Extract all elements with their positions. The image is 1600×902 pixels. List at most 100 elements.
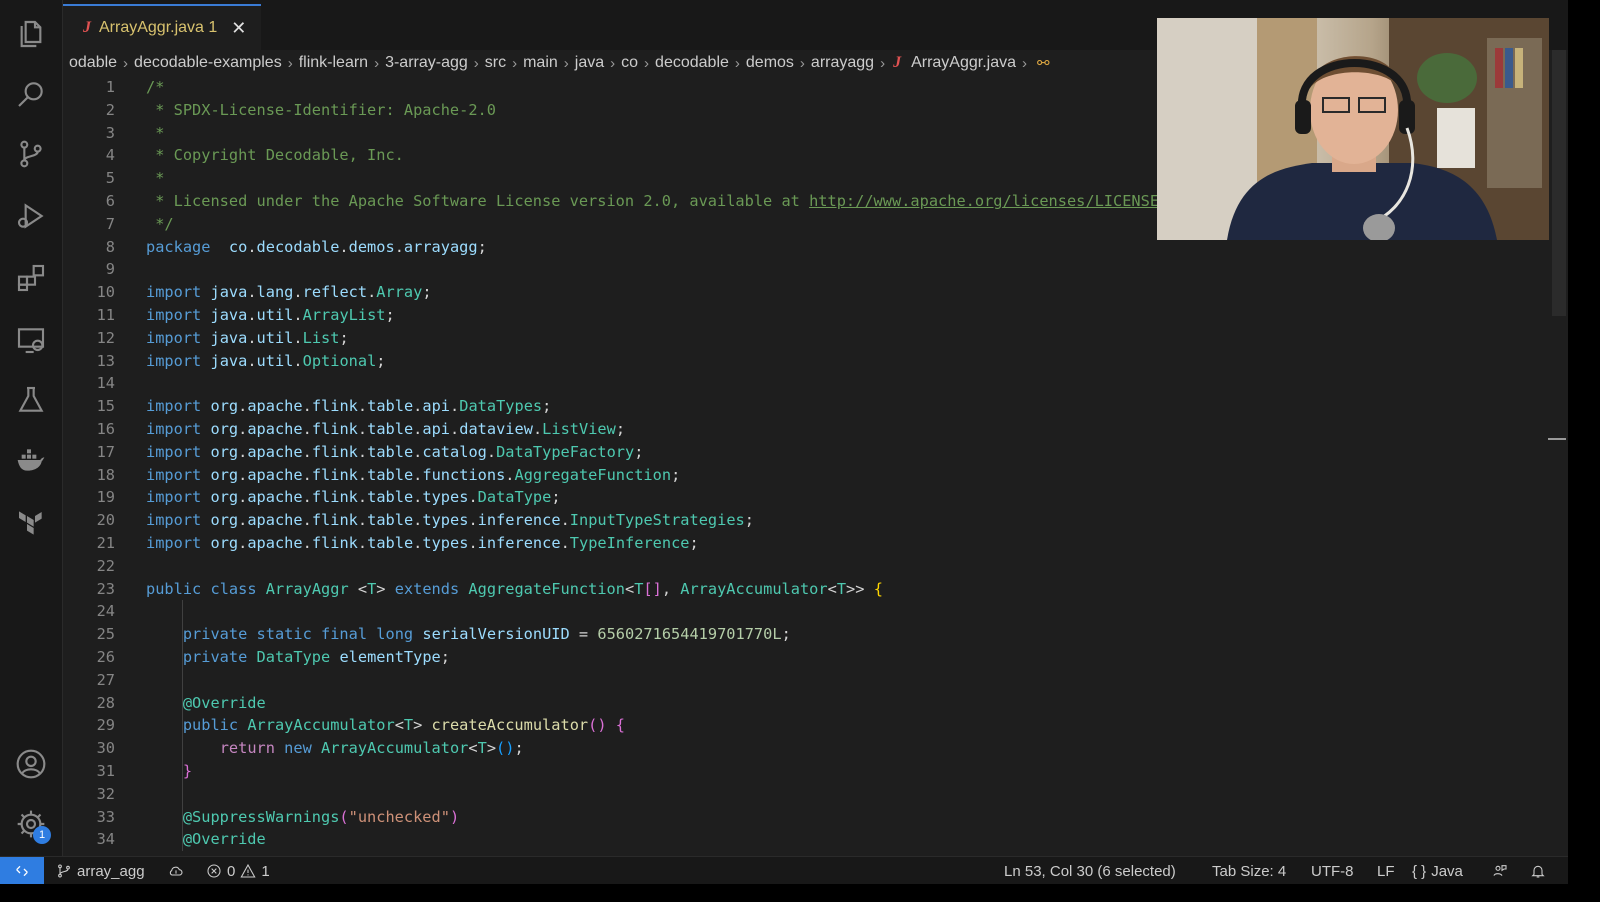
cursor-position[interactable]: Ln 53, Col 30 (6 selected) xyxy=(1004,857,1176,884)
code-token: @SuppressWarnings xyxy=(182,807,340,826)
breadcrumb-item[interactable]: decodable xyxy=(649,54,735,72)
eol-indicator[interactable]: LF xyxy=(1377,857,1395,884)
code-token: ArrayList xyxy=(302,305,386,324)
account-icon[interactable] xyxy=(13,746,49,782)
testing-icon[interactable] xyxy=(13,382,49,418)
code-token: . xyxy=(560,511,570,530)
code-line[interactable]: 12 import java.util.List; xyxy=(63,327,1548,350)
code-line[interactable]: 27 xyxy=(63,668,1548,692)
code-token: . xyxy=(394,237,404,256)
code-token: >> xyxy=(846,579,874,598)
line-content: * xyxy=(146,167,164,190)
code-token: arrayagg xyxy=(403,237,478,256)
line-number: 34 xyxy=(96,830,115,849)
code-line[interactable]: 32 xyxy=(63,782,1548,806)
code-line[interactable]: 20 import org.apache.flink.table.types.in… xyxy=(63,509,1548,532)
breadcrumb-symbol-icon[interactable]: ⚯ xyxy=(1027,54,1050,72)
line-content: import org.apache.flink.table.api.datavi… xyxy=(146,418,625,441)
code-token: < xyxy=(348,579,368,598)
code-line[interactable]: 23 public class ArrayAggr <T> extends Agg… xyxy=(63,578,1548,601)
code-line[interactable]: 13 import java.util.Optional; xyxy=(63,350,1548,373)
breadcrumb-item[interactable]: 3-array-agg xyxy=(379,54,474,72)
code-token: . xyxy=(532,419,543,438)
line-content: import org.apache.flink.table.types.infe… xyxy=(146,509,754,532)
code-line[interactable]: 34 @Override xyxy=(63,828,1548,852)
code-line[interactable]: 15 import org.apache.flink.table.api.Data… xyxy=(63,395,1548,418)
breadcrumb-item[interactable]: odable xyxy=(63,54,123,72)
breadcrumb-item[interactable]: main xyxy=(517,54,564,72)
breadcrumb-item[interactable]: java xyxy=(569,54,610,72)
code-line[interactable]: 19 import org.apache.flink.table.types.Da… xyxy=(63,486,1548,509)
breadcrumb-item[interactable]: co xyxy=(615,54,644,72)
breadcrumb-item[interactable]: arrayagg xyxy=(805,54,880,72)
code-line[interactable]: 18 import org.apache.flink.table.function… xyxy=(63,464,1548,487)
code-token: DataType xyxy=(477,488,552,507)
docker-icon[interactable] xyxy=(13,442,49,478)
code-token: . xyxy=(302,465,312,484)
code-token: . xyxy=(357,419,368,438)
code-line[interactable]: 16 import org.apache.flink.table.api.data… xyxy=(63,418,1548,441)
code-line[interactable]: 24 xyxy=(63,600,1548,624)
code-token: { xyxy=(615,716,625,735)
scrollbar-thumb[interactable] xyxy=(1552,50,1566,316)
code-token: private xyxy=(182,647,248,666)
code-token: () xyxy=(496,739,515,758)
code-token: . xyxy=(293,305,303,324)
code-line[interactable]: 14 xyxy=(63,372,1548,395)
files-icon[interactable] xyxy=(13,16,49,52)
encoding-indicator[interactable]: UTF-8 xyxy=(1311,857,1354,884)
branch-indicator[interactable]: array_agg xyxy=(56,857,145,884)
code-line[interactable]: 17 import org.apache.flink.table.catalog.… xyxy=(63,441,1548,464)
code-line[interactable]: 22 xyxy=(63,555,1548,578)
search-icon[interactable] xyxy=(13,76,49,112)
breadcrumb-item[interactable]: flink-learn xyxy=(293,54,374,72)
code-token: . xyxy=(293,328,303,347)
terraform-icon[interactable] xyxy=(13,504,49,540)
code-line[interactable]: 11 import java.util.ArrayList; xyxy=(63,304,1548,327)
code-line[interactable]: 10 import java.lang.reflect.Array; xyxy=(63,281,1548,304)
code-token: flink xyxy=(311,442,358,461)
remote-explorer-icon[interactable] xyxy=(13,322,49,358)
code-token: flink xyxy=(311,511,358,530)
code-line[interactable]: 26 private DataType elementType; xyxy=(63,645,1548,669)
remote-indicator-icon[interactable] xyxy=(0,857,44,884)
line-content: private static final long serialVersionU… xyxy=(146,623,791,646)
code-line[interactable]: 31 } xyxy=(63,759,1548,783)
tab-size-indicator[interactable]: Tab Size: 4 xyxy=(1212,857,1286,884)
code-line[interactable]: 30 return new ArrayAccumulator<T>(); xyxy=(63,737,1548,760)
line-number: 29 xyxy=(96,716,115,735)
breadcrumb-item[interactable]: demos xyxy=(740,54,800,72)
feedback-icon[interactable] xyxy=(1492,857,1508,884)
run-debug-icon[interactable] xyxy=(13,198,49,234)
code-token: org xyxy=(210,442,239,461)
line-number: 25 xyxy=(96,625,115,644)
code-token: > xyxy=(486,739,497,758)
breadcrumb-item[interactable]: decodable-examples xyxy=(128,54,288,72)
problems-indicator[interactable]: 0 1 xyxy=(206,857,270,884)
sync-indicator[interactable] xyxy=(168,857,184,884)
code-line[interactable]: 21 import org.apache.flink.table.types.in… xyxy=(63,532,1548,555)
indent-guide xyxy=(182,600,183,624)
java-file-icon: J xyxy=(83,19,91,36)
tab-close-icon[interactable]: ✕ xyxy=(231,18,246,39)
code-line[interactable]: 33 @SuppressWarnings("unchecked") xyxy=(63,805,1548,829)
notifications-bell-icon[interactable] xyxy=(1530,857,1546,884)
tab-arrayaggr-java[interactable]: J ArrayAggr.java 1 ✕ xyxy=(63,4,261,50)
line-number: 33 xyxy=(96,807,115,826)
breadcrumb-item[interactable]: src xyxy=(479,54,512,72)
breadcrumb-item[interactable]: ArrayAggr.java xyxy=(905,54,1022,72)
source-control-icon[interactable] xyxy=(13,136,49,172)
code-line[interactable]: 29 public ArrayAccumulator<T> createAccu… xyxy=(63,714,1548,738)
editor-scrollbar[interactable] xyxy=(1548,50,1568,856)
code-token: package xyxy=(146,237,211,256)
code-line[interactable]: 28 @Override xyxy=(63,691,1548,715)
language-mode[interactable]: { } Java xyxy=(1412,857,1463,884)
extensions-icon[interactable] xyxy=(13,260,49,296)
code-line[interactable]: 25 private static final long serialVersi… xyxy=(63,623,1548,646)
code-line[interactable]: 9 xyxy=(63,258,1548,281)
